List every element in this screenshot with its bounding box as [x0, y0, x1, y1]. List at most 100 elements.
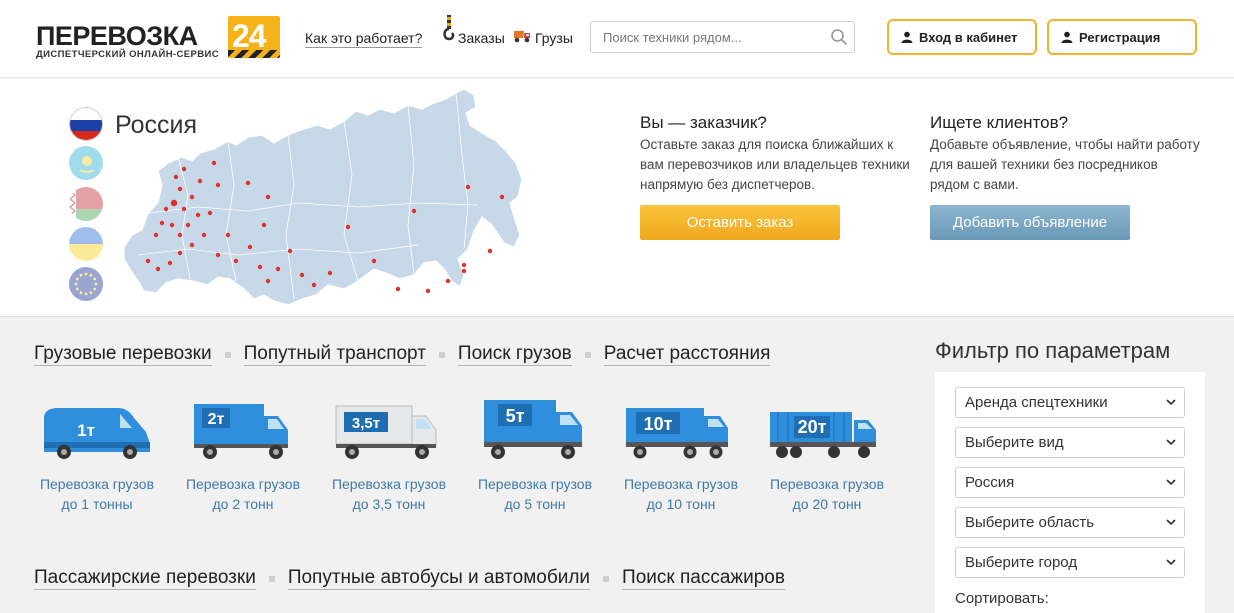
filter-type-select[interactable]: Выберите вид: [955, 427, 1185, 458]
search-box: [590, 21, 855, 53]
search-icon[interactable]: [830, 28, 848, 46]
truck-caption-line2: до 20 тонн: [792, 496, 862, 512]
logo-subtitle: ДИСПЕТЧЕРСКИЙ ОНЛАЙН-СЕРВИС: [36, 49, 220, 60]
ukraine-flag-icon[interactable]: [69, 227, 103, 261]
select-value: Выберите область: [965, 514, 1095, 531]
truck-10t-icon: 10т: [626, 408, 728, 459]
site-logo[interactable]: ПЕРЕВОЗКА 24 ДИСПЕТЧЕРСКИЙ ОНЛАЙН-СЕРВИС: [36, 16, 286, 62]
truck-caption: Перевозка грузов до 3,5 тонн: [326, 474, 452, 514]
truck-item-1t[interactable]: 1т Перевозка грузов до 1 тонны: [34, 398, 160, 514]
logo-stripes: [228, 50, 280, 58]
login-button[interactable]: Вход в кабинет: [887, 19, 1037, 55]
chevron-down-icon: [1166, 519, 1176, 526]
provider-title: Ищете клиентов?: [930, 113, 1069, 132]
separator: [268, 575, 275, 582]
customer-title: Вы — заказчик?: [640, 113, 767, 132]
van-icon: 1т: [44, 408, 150, 459]
filter-region-select[interactable]: Выберите область: [955, 507, 1185, 538]
category-passenger-link[interactable]: Пассажирские перевозки: [34, 567, 256, 590]
truck-badge: 10т: [644, 414, 673, 434]
chevron-down-icon: [1166, 559, 1176, 566]
select-value: Выберите вид: [965, 434, 1064, 451]
place-order-button[interactable]: Оставить заказ: [640, 205, 840, 240]
filter-country-select[interactable]: Россия: [955, 467, 1185, 498]
category-shared-rides-link[interactable]: Попутные автобусы и автомобили: [287, 567, 591, 590]
user-icon: [1061, 31, 1073, 43]
add-listing-button[interactable]: Добавить объявление: [930, 205, 1130, 240]
truck-caption: Перевозка грузов до 1 тонны: [34, 474, 160, 514]
filter-panel: Аренда спецтехники Выберите вид Россия В…: [935, 372, 1205, 613]
customer-text: Оставьте заказ для поиска ближайших к ва…: [640, 137, 910, 192]
crane-hook-icon: [443, 15, 455, 41]
truck-caption-line1: Перевозка грузов: [331, 476, 447, 492]
truck-caption-line2: до 2 тонн: [212, 496, 274, 512]
filter-title: Фильтр по параметрам: [935, 338, 1171, 363]
hero-section: Россия Вы — заказчик? Оставьте заказ для…: [0, 79, 1234, 317]
truck-caption-line1: Перевозка грузов: [623, 476, 739, 492]
category-find-passengers-link[interactable]: Поиск пассажиров: [622, 567, 785, 590]
belarus-flag-icon[interactable]: [69, 187, 103, 221]
truck-5t-icon: 5т: [484, 400, 582, 459]
russia-flag-icon[interactable]: [69, 107, 103, 141]
truck-badge: 1т: [77, 421, 95, 440]
dump-truck-icon: [514, 31, 530, 43]
truck-list: 1т Перевозка грузов до 1 тонны 2т Перево…: [34, 398, 904, 518]
truck-caption: Перевозка грузов до 20 тонн: [764, 474, 890, 514]
select-value: Выберите город: [965, 554, 1078, 571]
nav-how-it-works-link[interactable]: Как это работает?: [305, 29, 423, 48]
medium-truck-icon: 3,5т: [335, 405, 437, 459]
filter-city-select[interactable]: Выберите город: [955, 547, 1185, 578]
truck-caption: Перевозка грузов до 10 тонн: [618, 474, 744, 514]
truck-item-2t[interactable]: 2т Перевозка грузов до 2 тонн: [180, 398, 306, 514]
eu-flag-icon[interactable]: [69, 267, 103, 301]
login-label: Вход в кабинет: [919, 29, 1018, 45]
select-value: Россия: [965, 474, 1015, 491]
truck-item-20t[interactable]: 20т Перевозка грузов до 20 тонн: [764, 398, 890, 514]
truck-caption-line1: Перевозка грузов: [769, 476, 885, 492]
nav-cargo-label: Грузы: [535, 30, 573, 46]
site-header: ПЕРЕВОЗКА 24 ДИСПЕТЧЕРСКИЙ ОНЛАЙН-СЕРВИС…: [0, 0, 1234, 78]
register-label: Регистрация: [1079, 29, 1161, 45]
separator: [603, 575, 610, 582]
truck-caption-line2: до 5 тонн: [504, 496, 566, 512]
truck-badge: 3,5т: [352, 415, 380, 432]
truck-caption-line1: Перевозка грузов: [39, 476, 155, 492]
country-name: Россия: [115, 111, 197, 139]
truck-badge: 2т: [208, 411, 225, 428]
separator: [224, 351, 231, 358]
search-input[interactable]: [591, 22, 821, 52]
filter-service-select[interactable]: Аренда спецтехники: [955, 387, 1185, 418]
logo-word: ПЕРЕВОЗКА: [36, 21, 198, 51]
truck-badge: 20т: [798, 417, 827, 437]
passenger-categories: Пассажирские перевозки Попутные автобусы…: [34, 567, 785, 590]
logo-badge: 24: [228, 16, 280, 58]
truck-caption-line1: Перевозка грузов: [477, 476, 593, 492]
sort-label: Сортировать:: [955, 590, 1049, 607]
chevron-down-icon: [1166, 479, 1176, 486]
truck-caption: Перевозка грузов до 2 тонн: [180, 474, 306, 514]
truck-caption-line2: до 10 тонн: [646, 496, 716, 512]
truck-item-10t[interactable]: 10т Перевозка грузов до 10 тонн: [618, 398, 744, 514]
category-freight-link[interactable]: Грузовые перевозки: [34, 343, 212, 366]
truck-item-3-5t[interactable]: 3,5т Перевозка грузов до 3,5 тонн: [326, 398, 452, 514]
kazakhstan-flag-icon[interactable]: [69, 146, 103, 180]
select-value: Аренда спецтехники: [965, 394, 1108, 411]
provider-text: Добавьте объявление, чтобы найти работу …: [930, 137, 1200, 192]
truck-item-5t[interactable]: 5т Перевозка грузов до 5 тонн: [472, 398, 598, 514]
user-icon: [901, 31, 913, 43]
small-truck-icon: 2т: [194, 404, 288, 459]
truck-caption-line1: Перевозка грузов: [185, 476, 301, 492]
truck-badge: 5т: [506, 406, 525, 426]
category-find-cargo-link[interactable]: Поиск грузов: [457, 343, 572, 366]
nav-orders-label: Заказы: [458, 30, 505, 46]
category-return-transport-link[interactable]: Попутный транспорт: [243, 343, 426, 366]
separator: [438, 351, 445, 358]
truck-caption-line2: до 1 тонны: [61, 496, 133, 512]
truck-20t-icon: 20т: [770, 412, 876, 458]
separator: [584, 351, 591, 358]
logo-number: 24: [232, 18, 267, 54]
category-distance-link[interactable]: Расчет расстояния: [603, 343, 771, 366]
truck-caption: Перевозка грузов до 5 тонн: [472, 474, 598, 514]
register-button[interactable]: Регистрация: [1047, 19, 1197, 55]
chevron-down-icon: [1166, 439, 1176, 446]
